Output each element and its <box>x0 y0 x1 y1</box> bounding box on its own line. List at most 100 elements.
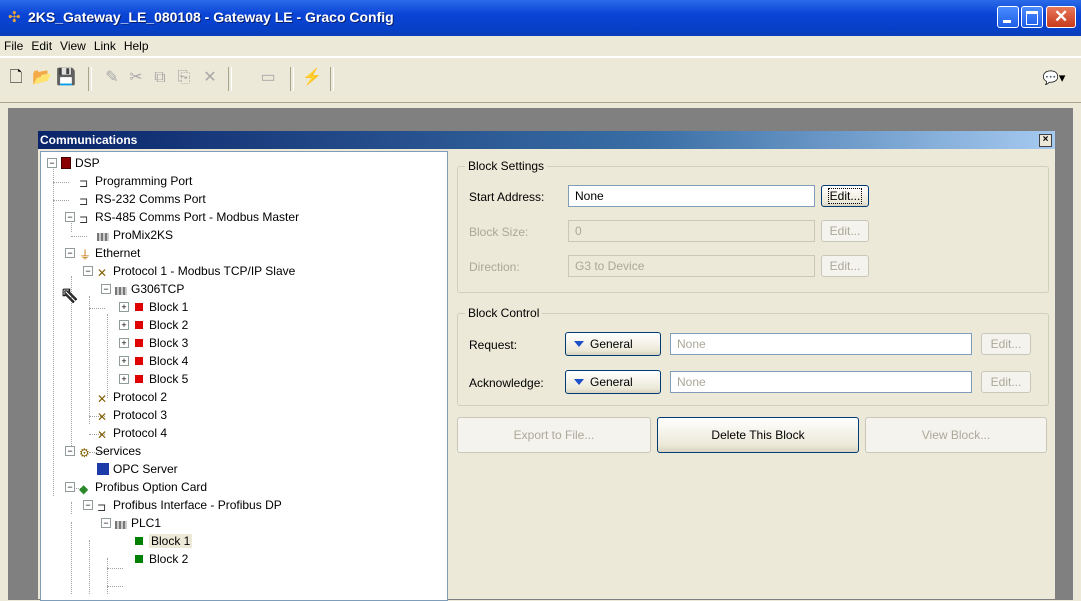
tree-node[interactable]: Block 5 <box>133 370 188 388</box>
menu-link[interactable]: Link <box>90 36 120 53</box>
tree-expander-icon[interactable]: + <box>119 320 129 330</box>
tree-node[interactable]: ProMix2KS <box>97 226 173 244</box>
protocol-icon: ✕ <box>97 428 108 442</box>
view-block-button: View Block... <box>865 417 1047 453</box>
tree-expander-icon[interactable]: + <box>119 302 129 312</box>
tree-node[interactable]: ✕ Protocol 1 - Modbus TCP/IP Slave <box>97 262 295 280</box>
cut-icon[interactable]: ✂ <box>126 68 146 88</box>
block-size-edit-button: Edit... <box>821 220 869 242</box>
tree-node-label: Block 5 <box>149 372 189 386</box>
tree-expander-icon[interactable]: + <box>119 338 129 348</box>
open-icon[interactable]: 📂 <box>32 68 52 88</box>
tree-node[interactable]: Block 1 <box>133 298 188 316</box>
start-address-field[interactable]: None <box>568 185 815 207</box>
save-icon[interactable]: 💾 <box>56 68 76 88</box>
start-address-edit-button[interactable]: Edit... <box>821 185 869 207</box>
menu-file[interactable]: File <box>0 36 27 53</box>
menu-bar: File Edit View Link Help <box>0 36 1081 57</box>
tree-expander-icon[interactable]: − <box>65 446 75 456</box>
tree-node[interactable]: Block 2 <box>133 550 188 568</box>
tree-node[interactable]: ✕ Protocol 3 <box>97 406 167 424</box>
ethernet-icon: ⏚ <box>79 248 92 262</box>
tree-expander-icon[interactable]: + <box>119 356 129 366</box>
acknowledge-field[interactable]: None <box>670 371 972 393</box>
window-title: 2KS_Gateway_LE_080108 - Gateway LE - Gra… <box>28 9 394 25</box>
toolbar-separator <box>88 67 92 91</box>
block-settings-group: Block Settings Start Address: None Edit.… <box>457 159 1049 293</box>
minimize-button[interactable] <box>997 6 1019 28</box>
pencil-icon[interactable]: ✎ <box>102 68 122 88</box>
tree-node[interactable]: ⊐ Profibus Interface - Profibus DP <box>97 496 282 514</box>
tree-node-label: Block 2 <box>149 552 189 566</box>
block-control-group: Block Control Request: General None Edit… <box>457 306 1049 406</box>
tree-node-label: RS-232 Comms Port <box>95 192 206 206</box>
tree-expander-icon[interactable]: − <box>65 482 75 492</box>
menu-edit[interactable]: Edit <box>27 36 56 53</box>
protocol-icon: ✕ <box>97 410 108 424</box>
tree-node[interactable]: ✕ Protocol 2 <box>97 388 167 406</box>
toolbar-separator <box>330 67 334 91</box>
tree-node[interactable]: DSP <box>61 154 100 172</box>
tree-node-label: ProMix2KS <box>113 228 174 242</box>
lightning-icon[interactable]: ⚡ <box>302 68 322 88</box>
tree-node-label: Protocol 3 <box>113 408 168 422</box>
window-icon[interactable]: ▭ <box>258 68 278 88</box>
tree-expander-icon[interactable]: − <box>83 500 93 510</box>
direction-edit-button: Edit... <box>821 255 869 277</box>
mouse-cursor-icon: ⇖ <box>59 282 79 308</box>
device-icon <box>97 228 113 242</box>
tree-node-label: RS-485 Comms Port - Modbus Master <box>95 210 300 224</box>
tree-node-label: Profibus Option Card <box>95 480 208 494</box>
maximize-button[interactable] <box>1021 6 1043 28</box>
tree-expander-icon[interactable]: − <box>83 266 93 276</box>
block-control-title: Block Control <box>465 306 543 320</box>
red-block-icon <box>133 336 149 350</box>
tree-expander-icon[interactable]: − <box>65 248 75 258</box>
request-edit-button: Edit... <box>981 333 1031 355</box>
request-field[interactable]: None <box>670 333 972 355</box>
tree-node[interactable]: Block 3 <box>133 334 188 352</box>
tree-node[interactable]: ⊐ RS-485 Comms Port - Modbus Master <box>79 208 299 226</box>
paste-icon[interactable]: ⎘ <box>174 68 194 88</box>
tree-node[interactable]: ◆ Profibus Option Card <box>79 478 207 496</box>
new-icon[interactable]: 🗋 <box>6 68 26 88</box>
tree-node-label: Block 1 <box>149 534 193 548</box>
acknowledge-dropdown[interactable]: General <box>565 370 661 394</box>
tree-node[interactable]: PLC1 <box>115 514 161 532</box>
copy-icon[interactable]: ⧉ <box>150 68 170 88</box>
delete-icon[interactable]: ✕ <box>200 68 220 88</box>
delete-this-block-button[interactable]: Delete This Block <box>657 417 859 453</box>
tree-expander-icon[interactable]: − <box>47 158 57 168</box>
tree-node-label: Protocol 2 <box>113 390 168 404</box>
comment-icon[interactable]: 💬▾ <box>1036 68 1072 88</box>
tree-node[interactable]: ⏚ Ethernet <box>79 244 140 262</box>
menu-help[interactable]: Help <box>120 36 153 53</box>
block-settings-title: Block Settings <box>465 159 548 173</box>
tree-node-label: Programming Port <box>95 174 193 188</box>
communications-panel: Communications × − DSP ⊐ Programming Port ⊐ R… <box>37 130 1056 601</box>
close-button[interactable]: ✕ <box>1046 6 1076 28</box>
tree-node[interactable]: ⊐ Programming Port <box>79 172 192 190</box>
tree-expander-icon[interactable]: − <box>101 284 111 294</box>
green-block-icon <box>133 534 149 548</box>
port-icon: ⊐ <box>79 178 89 190</box>
tree-node[interactable]: ✕ Protocol 4 <box>97 424 167 442</box>
request-dropdown[interactable]: General <box>565 332 661 356</box>
tree-expander-icon[interactable]: − <box>101 518 111 528</box>
tree-expander-icon[interactable]: − <box>65 212 75 222</box>
tree-node-label: Block 2 <box>149 318 189 332</box>
tree-node[interactable]: OPC Server <box>97 460 178 478</box>
minimize-icon <box>1003 20 1011 23</box>
block-size-label: Block Size: <box>469 225 529 239</box>
tree-node[interactable]: Block 4 <box>133 352 188 370</box>
tree-node[interactable]: Block 2 <box>133 316 188 334</box>
device-icon <box>115 516 131 530</box>
menu-view[interactable]: View <box>56 36 90 53</box>
title-bar: ✣ 2KS_Gateway_LE_080108 - Gateway LE - G… <box>0 0 1081 36</box>
tree-node[interactable]: ⚙ Services <box>79 442 141 460</box>
tree-node[interactable]: G306TCP <box>115 280 184 298</box>
tree-expander-icon[interactable]: + <box>119 374 129 384</box>
tree-node[interactable]: Block 1 <box>133 532 193 550</box>
tree-node[interactable]: ⊐ RS-232 Comms Port <box>79 190 206 208</box>
panel-close-icon[interactable]: × <box>1039 134 1052 147</box>
